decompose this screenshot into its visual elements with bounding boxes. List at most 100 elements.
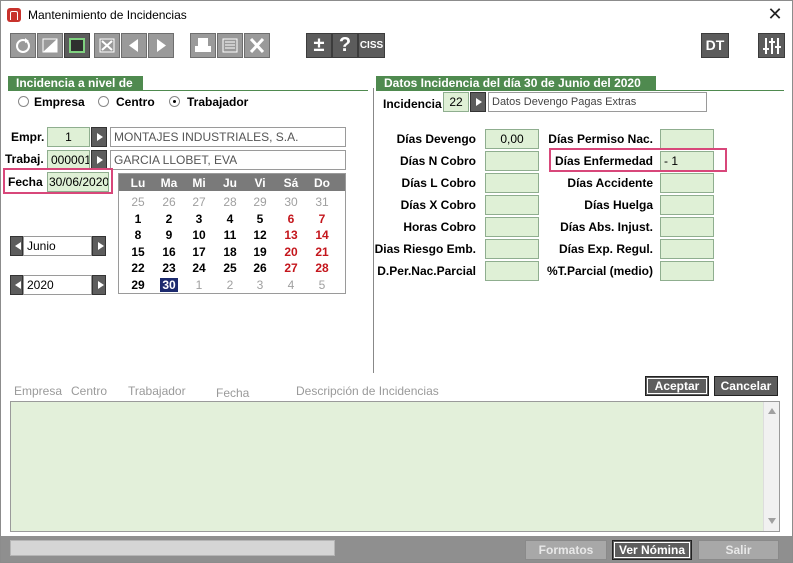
radio-trabajador[interactable] xyxy=(169,96,180,107)
calendar-day[interactable]: 23 xyxy=(154,261,184,275)
refresh-icon[interactable] xyxy=(10,33,36,58)
calendar-day[interactable]: 27 xyxy=(276,261,306,275)
calendar-day[interactable]: 12 xyxy=(245,228,275,242)
help-button[interactable]: ? xyxy=(332,33,358,58)
calendar-day[interactable]: 28 xyxy=(307,261,337,275)
prev-icon[interactable] xyxy=(121,33,147,58)
dt-button[interactable]: DT xyxy=(701,33,729,58)
plus-minus-button[interactable]: ± xyxy=(306,33,332,58)
calendar-day[interactable]: 11 xyxy=(215,228,245,242)
calendar-day[interactable]: 28 xyxy=(215,195,245,209)
calendar-day[interactable]: 4 xyxy=(215,212,245,226)
field-label: Días Abs. Injust. xyxy=(560,220,653,234)
calendar-day[interactable]: 5 xyxy=(307,278,337,292)
cancel-icon[interactable] xyxy=(94,33,120,58)
empresa-code-field[interactable]: 1 xyxy=(47,127,90,147)
field-value[interactable] xyxy=(485,173,539,193)
calendar-day[interactable]: 4 xyxy=(276,278,306,292)
trabajador-code-field[interactable]: 000001 xyxy=(47,150,90,170)
ciss-button[interactable]: CISS xyxy=(358,33,385,58)
calendar-day[interactable]: 29 xyxy=(123,278,153,292)
calendar-day[interactable]: 26 xyxy=(154,195,184,209)
next-icon[interactable] xyxy=(148,33,174,58)
month-next-button[interactable] xyxy=(92,236,106,256)
calendar-day[interactable]: 26 xyxy=(245,261,275,275)
field-value[interactable] xyxy=(660,173,714,193)
calendar-day[interactable]: 27 xyxy=(184,195,214,209)
field-value[interactable] xyxy=(660,195,714,215)
calendar-day[interactable]: 8 xyxy=(123,228,153,242)
accept-button[interactable]: Aceptar xyxy=(645,376,709,396)
window-title: Mantenimiento de Incidencias xyxy=(28,8,187,22)
calendar-day[interactable]: 5 xyxy=(245,212,275,226)
calendar-day[interactable]: 30 xyxy=(160,277,178,292)
field-value[interactable] xyxy=(660,261,714,281)
calendar-day[interactable]: 16 xyxy=(154,245,184,259)
calendar-day[interactable]: 2 xyxy=(215,278,245,292)
calendar-day[interactable]: 14 xyxy=(307,228,337,242)
field-label: %T.Parcial (medio) xyxy=(546,264,653,278)
calendar-day[interactable]: 10 xyxy=(184,228,214,242)
calendar-day[interactable]: 17 xyxy=(184,245,214,259)
field-value[interactable] xyxy=(660,239,714,259)
cancel-button[interactable]: Cancelar xyxy=(714,376,778,396)
calendar-day[interactable]: 3 xyxy=(184,212,214,226)
excel-icon[interactable] xyxy=(244,33,270,58)
fecha-field[interactable]: 30/06/2020 xyxy=(47,172,109,192)
calendar-day[interactable]: 21 xyxy=(307,245,337,259)
year-next-button[interactable] xyxy=(92,275,106,295)
calendar-day[interactable]: 22 xyxy=(123,261,153,275)
month-prev-button[interactable] xyxy=(10,236,23,256)
calendar-day[interactable]: 2 xyxy=(154,212,184,226)
year-prev-button[interactable] xyxy=(10,275,23,295)
calendar-day[interactable]: 24 xyxy=(184,261,214,275)
calendar-day[interactable]: 1 xyxy=(123,212,153,226)
calendar-day[interactable]: 30 xyxy=(276,195,306,209)
incidencia-lookup-button[interactable] xyxy=(470,92,486,112)
sliders-icon[interactable] xyxy=(758,33,785,58)
list-column-header: Trabajador xyxy=(128,384,186,398)
calendar-day[interactable]: 25 xyxy=(215,261,245,275)
calendar-day[interactable]: 1 xyxy=(184,278,214,292)
calendar-day[interactable]: 25 xyxy=(123,195,153,209)
field-label: Días Huelga xyxy=(584,198,653,212)
calendar-day[interactable]: 20 xyxy=(276,245,306,259)
square-icon[interactable] xyxy=(64,33,90,58)
trabajador-lookup-button[interactable] xyxy=(91,150,107,170)
field-value[interactable] xyxy=(485,195,539,215)
field-value[interactable] xyxy=(660,129,714,149)
field-value[interactable] xyxy=(485,217,539,237)
print-icon[interactable] xyxy=(190,33,216,58)
empresa-lookup-button[interactable] xyxy=(91,127,107,147)
calendar-day[interactable]: 18 xyxy=(215,245,245,259)
month-field[interactable]: Junio xyxy=(23,236,92,256)
incidencia-code-field[interactable]: 22 xyxy=(443,92,469,112)
salir-button[interactable]: Salir xyxy=(698,540,779,560)
radio-centro[interactable] xyxy=(98,96,109,107)
list-scrollbar[interactable] xyxy=(763,402,779,531)
calendar-day[interactable]: 9 xyxy=(154,228,184,242)
calendar-day[interactable]: 13 xyxy=(276,228,306,242)
field-label: Días L Cobro xyxy=(401,176,476,190)
calendar-day[interactable]: 31 xyxy=(307,195,337,209)
edit-icon[interactable] xyxy=(37,33,63,58)
ver-nomina-button[interactable]: Ver Nómina xyxy=(612,540,692,560)
incidents-list[interactable] xyxy=(10,401,780,532)
close-icon[interactable]: ✕ xyxy=(761,3,789,27)
calendar-day[interactable]: 19 xyxy=(245,245,275,259)
field-value[interactable] xyxy=(660,217,714,237)
calendar-day[interactable]: 6 xyxy=(276,212,306,226)
formatos-button[interactable]: Formatos xyxy=(525,540,607,560)
radio-empresa[interactable] xyxy=(18,96,29,107)
field-value[interactable] xyxy=(485,151,539,171)
field-label: Horas Cobro xyxy=(403,220,476,234)
field-value[interactable] xyxy=(485,261,539,281)
calendar-day[interactable]: 29 xyxy=(245,195,275,209)
field-value[interactable] xyxy=(485,239,539,259)
field-value[interactable]: 0,00 xyxy=(485,129,539,149)
calendar-day[interactable]: 7 xyxy=(307,212,337,226)
calendar-day[interactable]: 3 xyxy=(245,278,275,292)
year-field[interactable]: 2020 xyxy=(23,275,92,295)
list-icon[interactable] xyxy=(217,33,243,58)
calendar-day[interactable]: 15 xyxy=(123,245,153,259)
